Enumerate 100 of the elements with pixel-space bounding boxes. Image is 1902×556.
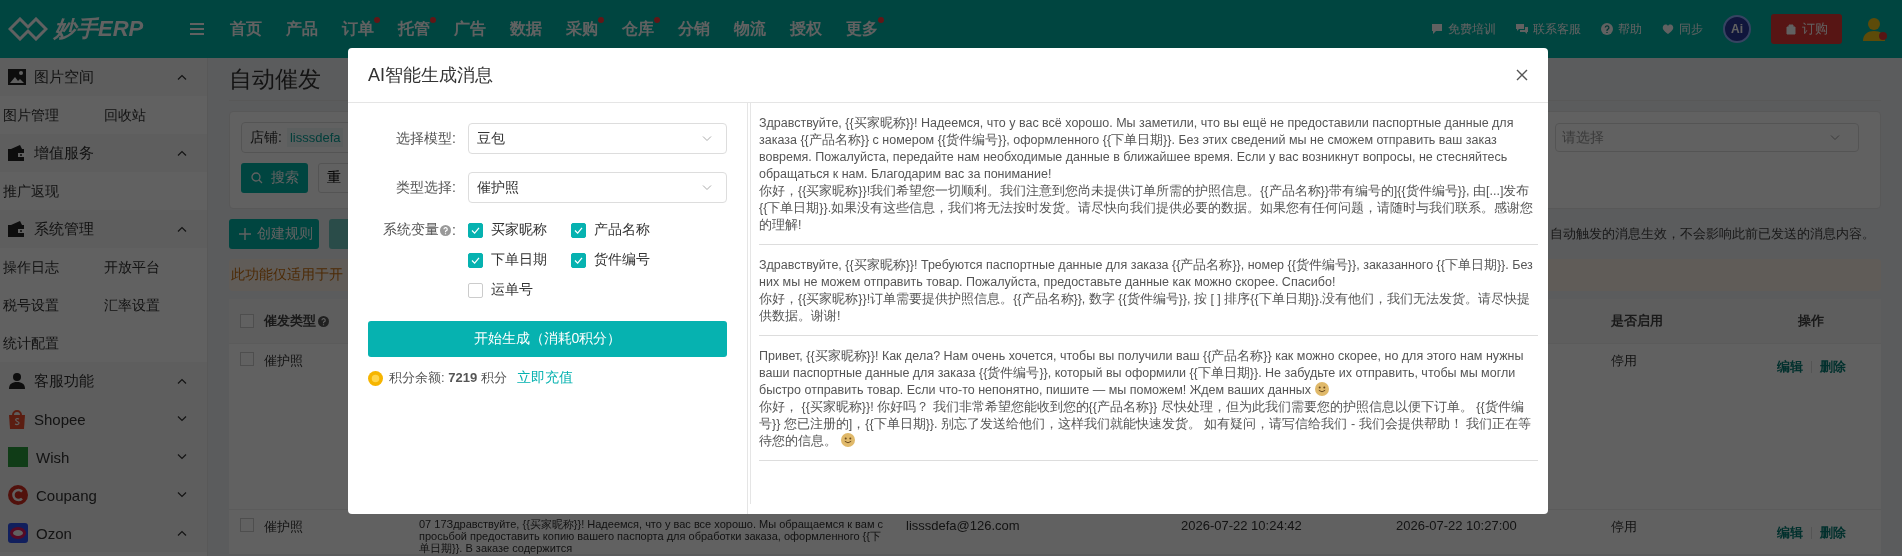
message-text: Привет, {{买家昵称}}! Как дела? Нам очень хочется, чтобы вы получили ваш {{产品名称}} как можно скорее, но для этого нам нужны ваши паспортные данные для заказа {{货件编号}}, который вы оформили {{下单日期}}. Не забудьте их отправить, чтобы мы могли быстро отправить товар. Если что-то непонятно, пишите — мы поможем! Ждем ваших данных	[759, 349, 1524, 397]
help-icon	[440, 224, 452, 236]
variable-checkbox[interactable]: 下单日期	[468, 251, 571, 269]
sidebar-group-title: Wish	[36, 448, 71, 466]
image-icon	[8, 69, 26, 85]
reset-button[interactable]: 重	[318, 163, 349, 193]
square-logo-icon	[8, 447, 28, 467]
delete-link[interactable]: 删除	[1819, 524, 1846, 542]
shopping-bag-icon	[8, 409, 26, 429]
letter-c-icon	[8, 485, 28, 505]
model-select[interactable]: 豆包	[468, 123, 727, 154]
sidebar-item[interactable]: 推广返现	[0, 172, 101, 210]
modal-title: AI智能生成消息	[368, 64, 493, 87]
field-label: 选择模型:	[395, 129, 457, 148]
header-link[interactable]: 联系客服	[1516, 20, 1581, 38]
checkmark-icon	[471, 256, 480, 264]
sidebar-group-title: 客服功能	[34, 371, 95, 391]
table-cell: 2026-07-22 10:24:42	[1181, 518, 1302, 533]
logo-text: 妙手ERP	[54, 15, 144, 43]
message-text: Здравствуйте, {{买家昵称}}! Надеемся, что у вас всё хорошо. Мы заметили, что вы ещё не предоставили паспортные данные для заказа {{产品名称}} с номером {{货件编号}}, оформленного {{下单日期}}. Без этих сведений мы не сможем отправить ваш заказ вовремя. Пожалуйста, передайте нам необходимые данные в ближайшее время. Если у вас возникнут вопросы, не стесняйтесь обращаться к нам. Благодарим вас за понимание!	[759, 116, 1514, 181]
sidebar-group-title: 系统管理	[34, 219, 95, 239]
help-icon	[318, 315, 329, 327]
page-title: 自动催发	[229, 64, 321, 94]
help-icon	[1601, 23, 1613, 35]
wallet-icon	[8, 145, 26, 161]
plus-icon	[239, 228, 251, 240]
table-cell: 催护照	[264, 352, 303, 370]
table-cell: 2026-07-22 10:27:00	[1396, 518, 1517, 533]
table-cell: 催护照	[264, 518, 303, 536]
sidebar-item[interactable]: 操作日志	[0, 248, 101, 286]
table-cell: lisssdefa@126.com	[906, 518, 1020, 533]
chevron-down-icon	[702, 135, 712, 142]
sidebar-group-title: 图片空间	[34, 67, 95, 87]
message-text: Здравствуйте, {{买家昵称}}! Требуются паспортные данные для заказа {{产品名称}}, номер {{货件编号}}, заказанного {{下单日期}}. Без них мы не можем отправить товар. Пожалуйста, предоставьте данные как можно скорее. Спасибо!	[759, 258, 1533, 289]
checkmark-icon	[471, 226, 480, 234]
notice-text: 自动触发的消息生效，不会影响此前已发送的消息内容。	[1550, 225, 1876, 243]
table-cell-text: 07 17Здравствуйте, {{买家昵称}}! Надеемся, что у вас все хорошо. Мы обращаемся к вам с просьбой предоставить копию вашего паспорта для обработки заказа, оформленного {{下单日期}}. В заказе содержится	[419, 518, 885, 554]
table-cell: 停用	[1611, 518, 1637, 536]
nav-item[interactable]: 分销	[666, 18, 722, 40]
user-icon	[8, 373, 26, 389]
nav-item[interactable]: 订单	[330, 18, 386, 40]
edit-link[interactable]: 编辑	[1776, 358, 1803, 376]
checkmark-icon	[574, 256, 583, 264]
sidebar-item[interactable]: 回收站	[101, 96, 202, 134]
nav-item[interactable]: 托管	[386, 18, 442, 40]
nav-item[interactable]: 仓库	[610, 18, 666, 40]
balance-text: 积分余额: 7219 积分	[389, 369, 507, 387]
variable-checkbox[interactable]: 货件编号	[571, 251, 674, 269]
nav-item[interactable]: 物流	[722, 18, 778, 40]
sidebar-group-title: Ozon	[36, 524, 73, 542]
column-header: 催发类型	[264, 312, 316, 330]
column-header: 操作	[1797, 312, 1825, 330]
chat-icon	[1516, 23, 1528, 35]
sidebar-item[interactable]: 开放平台	[101, 248, 202, 286]
generate-button[interactable]: 开始生成（消耗0积分）	[368, 321, 727, 357]
chevron-down-icon	[702, 184, 712, 191]
nav-item[interactable]: 授权	[778, 18, 834, 40]
variable-checkbox[interactable]: 买家昵称	[468, 221, 571, 239]
sidebar-group-title: Coupang	[36, 486, 98, 504]
field-label: 系统变量	[383, 221, 440, 239]
sidebar-group-title: 增值服务	[34, 143, 95, 163]
header-link[interactable]: 帮助	[1601, 20, 1642, 38]
sidebar-item[interactable]: 图片管理	[0, 96, 101, 134]
message-text: 你好，{{买家昵称}}!我们希望您一切顺利。我们注意到您尚未提供订单所需的护照信息。{{产品名称}}带有编号的]{{货件编号}}, 由[...]发布{{下单日期}}.如果没有这些信息，我们将无法按时发货。请尽快向我们提供必要的数据。如果您有任何问题，请随时与我们联系。感谢您的理解!	[759, 184, 1534, 232]
message-text: 你好，{{买家昵称}}!订单需要提供护照信息。{{产品名称}}, 数字 {{货件编号}}, 按 [ ] 排序{{下单日期}}.没有他们，我们无法发货。请尽快提供数据。谢谢!	[759, 292, 1531, 323]
sidebar-item[interactable]: 统计配置	[0, 324, 101, 362]
checkmark-icon	[574, 226, 583, 234]
variable-checkbox[interactable]: 运单号	[468, 281, 571, 299]
order-button[interactable]: 订购	[1771, 14, 1842, 44]
field-label: 类型选择:	[395, 178, 457, 197]
close-icon[interactable]	[1516, 69, 1528, 81]
sidebar-item[interactable]: 汇率设置	[101, 286, 202, 324]
type-select[interactable]: 催护照	[468, 172, 727, 203]
column-header: 是否启用	[1611, 312, 1664, 330]
nav-item[interactable]: 更多	[834, 18, 890, 40]
search-button[interactable]: 搜索	[241, 163, 308, 193]
coin-icon	[368, 370, 383, 386]
edit-link[interactable]: 编辑	[1776, 524, 1803, 542]
delete-link[interactable]: 删除	[1819, 358, 1846, 376]
sidebar-item[interactable]: 税号设置	[0, 286, 101, 324]
create-rule-button[interactable]: 创建规则	[229, 219, 319, 249]
nav-item[interactable]: 产品	[274, 18, 330, 40]
warning-text: 此功能仅适用于开	[230, 266, 343, 284]
header-link[interactable]: 免费培训	[1431, 20, 1496, 38]
shop-label: 店铺:	[250, 128, 282, 147]
search-icon	[251, 172, 263, 184]
logo-icon	[8, 17, 48, 41]
header-link[interactable]: 同步	[1662, 20, 1703, 38]
bag-icon	[1785, 23, 1797, 35]
variable-checkbox[interactable]: 产品名称	[571, 221, 674, 239]
nav-item[interactable]: 采购	[554, 18, 610, 40]
nav-item[interactable]: 数据	[498, 18, 554, 40]
nav-item[interactable]: 首页	[218, 18, 274, 40]
menu-icon[interactable]	[190, 23, 204, 35]
table-cell: 停用	[1611, 352, 1637, 370]
ai-badge[interactable]: Ai	[1723, 15, 1751, 43]
nav-item[interactable]: 广告	[442, 18, 498, 40]
recharge-link[interactable]: 立即充值	[516, 369, 573, 387]
user-avatar-icon[interactable]	[1862, 16, 1888, 42]
oval-logo-icon	[8, 523, 28, 543]
